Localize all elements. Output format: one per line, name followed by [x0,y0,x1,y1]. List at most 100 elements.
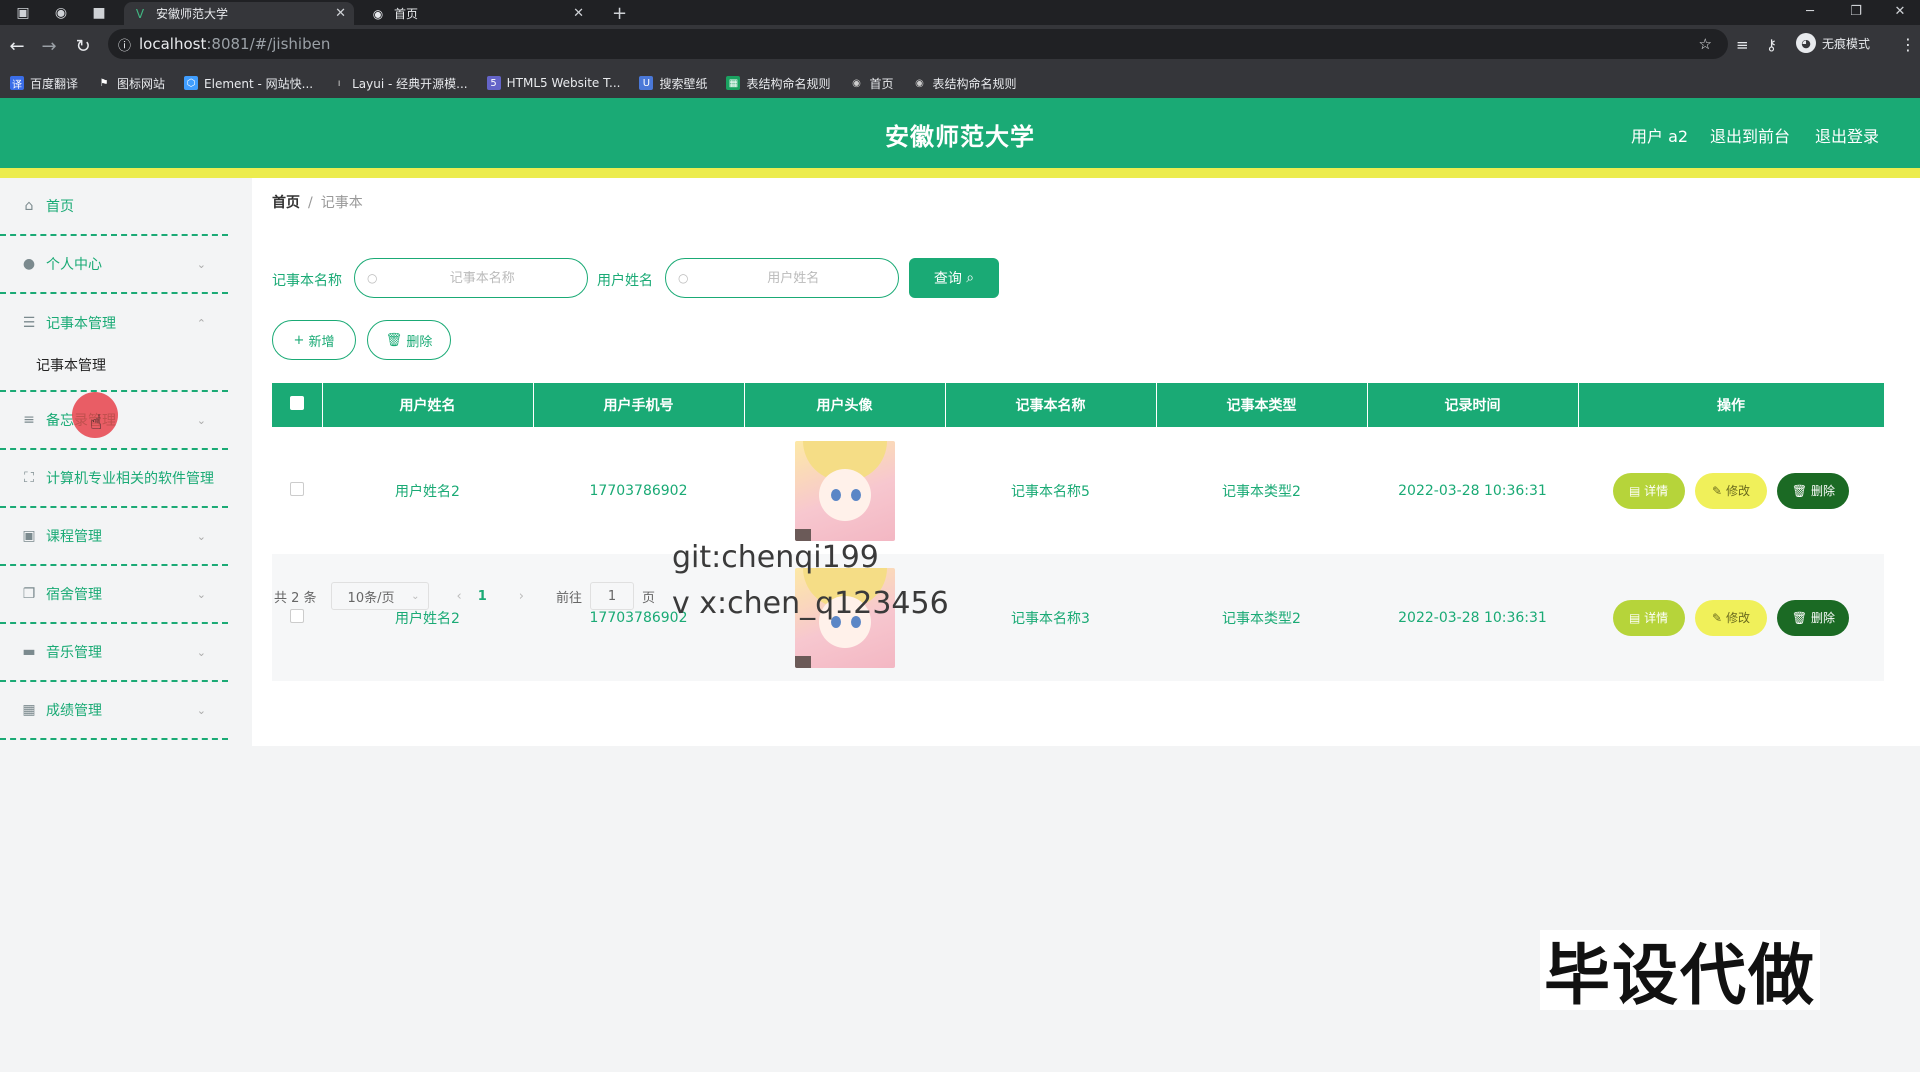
bookmark-item[interactable]: ⬡ Element - 网站快... [184,75,313,92]
user-name-link[interactable]: 用户 a2 [1631,123,1688,147]
query-label: 查询 [933,271,962,287]
globe-icon[interactable]: ◉ [50,3,72,23]
cell-time: 2022-03-28 10:36:31 [1367,554,1578,681]
bookmark-star-icon[interactable]: ☆ [1699,35,1712,53]
watermark-line-1: git:chenqi199 [672,540,879,575]
select-all-checkbox[interactable] [272,383,323,427]
watermark-line-2: v x:chen_q123456 [672,586,949,621]
flag-icon: ⚑ [99,77,109,89]
cell-avatar [744,427,945,554]
sidebar-item-course[interactable]: ▣ 课程管理 ⌄ [0,508,228,566]
row-checkbox[interactable] [290,481,304,496]
bookmark-item[interactable]: ⚑ 图标网站 [97,75,166,92]
sidebar-item-label: 记事本管理 [46,316,116,332]
bookmark-item[interactable]: ◉ 首页 [849,75,893,92]
tab-label: 安徽师范大学 [156,7,229,21]
accent-bar [0,168,1920,178]
breadcrumb-current: 记事本 [320,195,363,211]
sidebar-item-home[interactable]: ⌂ 首页 [0,178,228,236]
total-count: 共 2 条 [274,590,317,606]
info-icon[interactable]: ⓘ [118,35,131,54]
plus-icon: + [293,332,305,348]
close-icon[interactable]: ✕ [573,6,584,21]
doc-icon: ▤ [1628,610,1641,625]
menu-kebab-icon[interactable]: ⋮ [1900,35,1916,54]
tab-label: 首页 [394,7,419,21]
tab-active[interactable]: V 安徽师范大学 ✕ [124,2,354,25]
bookmark-item[interactable]: 译百度翻译 [10,75,78,92]
user-name-label: 用户姓名 [597,273,653,289]
prev-page-icon[interactable]: ‹ [457,589,462,604]
bookmark-item[interactable]: 5 HTML5 Website T... [486,76,620,90]
logout-link[interactable]: 退出登录 [1815,123,1879,147]
delete-button[interactable]: 🗑 删除 [1777,599,1850,636]
new-tab-icon[interactable]: + [612,3,627,24]
breadcrumb-home[interactable]: 首页 [272,195,300,211]
window-icon[interactable]: ■ [88,3,110,23]
detail-button[interactable]: ▤ 详情 [1612,472,1685,509]
doc-icon: ▤ [1628,483,1641,498]
key-icon[interactable]: ⚷ [1766,36,1777,54]
sidebar-item-grades[interactable]: ▦ 成绩管理 ⌄ [0,682,228,740]
sidebar-item-software[interactable]: ⛶ 计算机专业相关的软件管理 [0,450,228,508]
chevron-down-icon: ⌄ [196,703,206,717]
reload-icon[interactable]: ↻ [70,33,96,59]
next-page-icon[interactable]: › [519,589,524,604]
table-row: 用户姓名2 17703786902 记事本名称3 记事本类型2 2022-03-… [272,554,1884,681]
main-content: 首页 / 记事本 记事本名称 ○ 用户姓名 ○ 查询 ⌕ + 新增 🗑 删除 用户姓… [252,178,1920,748]
notebook-name-field[interactable]: ○ [354,258,588,298]
app-header: 安徽师范大学 用户 a2 退出到前台 退出登录 [0,98,1920,168]
pencil-icon: ✎ [1712,483,1723,498]
column-header: 记事本类型 [1156,383,1368,427]
bookmark-item[interactable]: ı Layui - 经典开源模... [332,75,468,92]
wallpaper-icon: U [639,76,654,90]
sidebar-item-music[interactable]: ▬ 音乐管理 ⌄ [0,624,228,682]
add-button[interactable]: + 新增 [272,320,356,360]
bilibili-icon[interactable]: ▣ [12,3,34,23]
chevron-down-icon: ⌄ [411,590,420,602]
user-name-input[interactable] [688,270,898,286]
tab-home[interactable]: ◉ 首页 ✕ [362,2,592,25]
detail-button[interactable]: ▤ 详情 [1612,599,1685,636]
forward-icon[interactable]: → [36,33,62,59]
delete-button[interactable]: 🗑 删除 [1777,472,1850,509]
page-number[interactable]: 1 [478,589,487,604]
table-header-row: 用户姓名 用户手机号 用户头像 记事本名称 记事本类型 记录时间 操作 [272,383,1885,427]
restore-icon[interactable]: ❐ [1836,0,1876,22]
goto-page-input[interactable]: 1 [590,582,635,610]
vue-icon: V [135,6,145,21]
html5-icon: 5 [486,76,501,90]
back-to-front-link[interactable]: 退出到前台 [1710,123,1790,147]
chevron-up-icon: ⌃ [196,316,206,330]
reading-list-icon[interactable]: ≡ [1736,36,1749,54]
cell-actions: ▤ 详情 ✎ 修改 🗑 删除 [1578,427,1884,554]
chevron-down-icon: ⌄ [196,645,206,659]
edit-button[interactable]: ✎ 修改 [1695,599,1767,636]
row-checkbox[interactable] [290,608,304,623]
profile-button[interactable]: ◕ 无痕模式 [1796,33,1870,53]
bookmark-item[interactable]: U 搜索壁纸 [639,75,707,92]
incognito-icon: ◕ [1796,33,1816,53]
bookmark-item[interactable]: ▦ 表结构命名规则 [726,75,830,92]
table-row: 用户姓名2 17703786902 记事本名称5 记事本类型2 2022-03-… [272,427,1884,554]
sidebar-item-dorm[interactable]: ❐ 宿舍管理 ⌄ [0,566,228,624]
notebook-name-input[interactable] [377,270,587,286]
edit-button[interactable]: ✎ 修改 [1695,472,1767,509]
page-size-select[interactable]: 10条/页 ⌄ [330,582,429,610]
address-input[interactable]: ⓘ localhost:8081/#/jishiben ☆ [108,29,1728,59]
back-icon[interactable]: ← [4,33,30,59]
cell-actions: ▤ 详情 ✎ 修改 🗑 删除 [1578,554,1884,681]
submenu-notebook[interactable]: 记事本管理 [0,340,228,392]
bookmark-item[interactable]: ◉ 表结构命名规则 [913,75,1016,92]
sidebar-item-profile[interactable]: ● 个人中心 ⌄ [0,236,228,294]
cell-user-name: 用户姓名2 [395,483,460,500]
column-header: 记事本名称 [945,383,1157,427]
close-icon[interactable]: ✕ [335,6,346,21]
close-window-icon[interactable]: ✕ [1880,0,1920,22]
column-header: 用户头像 [744,383,946,427]
user-name-field[interactable]: ○ [665,258,899,298]
home-icon: ⌂ [24,198,34,214]
query-button[interactable]: 查询 ⌕ [909,258,999,298]
minimize-icon[interactable]: ─ [1790,0,1830,22]
batch-delete-button[interactable]: 🗑 删除 [367,320,451,360]
